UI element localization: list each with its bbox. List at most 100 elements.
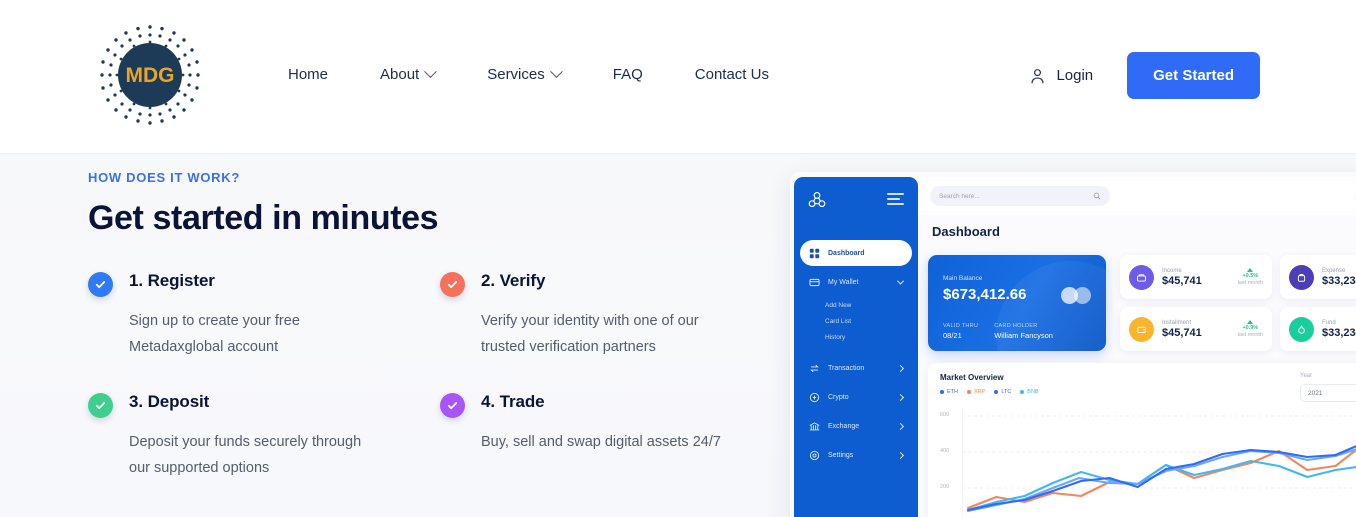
legend-label: XRP [974,389,986,395]
card-footer: VALID THRU 08/21 CARD HOLDER William Fan… [943,323,1053,340]
dashboard-mockup: Dashboard My Wallet Add New Card List Hi… [790,172,1356,517]
nav-label: Services [487,66,545,83]
chevron-right-icon [896,451,905,459]
stat-text: Expense $33,234 [1322,268,1356,287]
step-description: Verify your identity with one of our tru… [481,313,699,355]
transfer-icon [809,363,820,374]
legend-item-eth[interactable]: ETH [940,389,958,395]
step-description: Buy, sell and swap digital assets 24/7 [481,434,721,450]
sidebar-item-settings[interactable]: Settings [800,442,912,468]
stat-label: Expense [1322,267,1346,274]
site-header: MDG Home About Services FAQ Contact Us L… [0,0,1356,153]
trend-up-icon [1247,268,1254,272]
sidebar-item-label: Dashboard [828,249,865,257]
card-holder-value: William Fancyson [994,331,1053,340]
market-overview-chart: Market Overview ETH XRP LTC BNB Year 202… [928,363,1356,517]
stat-value: $45,741 [1162,274,1202,287]
nav-item-about[interactable]: About [380,62,438,87]
chevron-down-icon [549,65,563,79]
legend-item-xrp[interactable]: XRP [967,389,985,395]
check-icon [88,272,113,297]
stat-value: $33,234 [1322,326,1356,339]
balance-label: Main Balance [943,275,983,282]
get-started-button[interactable]: Get Started [1127,52,1260,99]
nav-item-home[interactable]: Home [288,62,328,87]
card-holder-block: CARD HOLDER William Fancyson [994,323,1053,340]
stat-card-fund[interactable]: Fund $33,234 +0.9% last month [1280,307,1356,351]
stat-card-installment[interactable]: Installment $45,741 +0.9% last month [1120,307,1272,351]
legend-swatch [1020,390,1025,394]
section-eyebrow: HOW DOES IT WORK? [88,170,240,185]
check-icon [88,393,113,418]
legend-swatch [994,390,999,394]
legend-label: BNB [1027,389,1039,395]
check-icon [440,272,465,297]
sidebar-item-transaction[interactable]: Transaction [800,355,912,381]
site-logo[interactable]: MDG [96,20,204,130]
grid-icon [809,248,820,259]
chart-plot: 600 400 200 [940,408,1356,517]
hamburger-icon[interactable] [887,192,904,208]
sidebar-subitem-card-list[interactable]: Card List [794,314,918,330]
legend-item-bnb[interactable]: BNB [1020,389,1039,395]
year-value: 2021 [1308,389,1323,397]
stat-percent: +0.5% [1242,273,1259,279]
stat-card-expense[interactable]: Expense $33,234 +0.5% last month [1280,255,1356,299]
mastercard-icon [1061,287,1091,304]
stat-card-income[interactable]: Income $45,741 +0.5% last month [1120,255,1272,299]
check-icon [440,393,465,418]
nav-item-services[interactable]: Services [487,62,563,87]
step-description: Deposit your funds securely through our … [129,434,362,476]
step-item-deposit: 3. Deposit Deposit your funds securely t… [88,391,440,512]
sidebar-item-label: Settings [828,451,854,459]
year-select[interactable]: 2021 [1300,384,1356,402]
legend-swatch [940,390,944,394]
balance-card[interactable]: Main Balance $673,412.66 VALID THRU 08/2… [928,255,1106,351]
search-input[interactable]: Search here... [930,186,1110,206]
sidebar-item-dashboard[interactable]: Dashboard [800,240,912,266]
coin-icon [809,392,820,403]
mdg-radial-dot-logo-icon: MDG [100,25,200,125]
legend-item-ltc[interactable]: LTC [994,389,1011,395]
steps-grid: 1. Register Sign up to create your free … [88,270,748,512]
mockup-page-title: Dashboard [932,224,1000,239]
sidebar-item-label: Crypto [828,393,849,401]
login-button[interactable]: Login [1029,67,1093,85]
gear-icon [809,450,820,461]
sidebar-subitem-add-new[interactable]: Add New [794,298,918,314]
search-placeholder: Search here... [939,192,980,200]
chart-header: Market Overview ETH XRP LTC BNB Year 202… [940,373,1356,402]
stat-percent: +0.9% [1242,325,1259,331]
stat-label: Installment [1162,319,1192,326]
stat-trend: +0.5% last month [1238,268,1263,286]
y-tick-label: 600 [940,412,950,418]
sidebar-item-label: Transaction [828,364,865,372]
search-icon [1093,192,1101,200]
nav-item-faq[interactable]: FAQ [613,62,643,87]
sidebar-item-exchange[interactable]: Exchange [800,413,912,439]
user-icon [1031,68,1044,83]
y-tick-label: 200 [940,484,950,490]
nav-label: FAQ [612,66,643,83]
header-actions: Login Get Started [1029,52,1260,99]
svg-text:MDG: MDG [126,64,175,87]
stat-note: last month [1237,280,1263,286]
y-tick-label: 400 [940,448,950,454]
nav-item-contact-us[interactable]: Contact Us [695,62,769,87]
year-filter-block: Year 2021 [1300,373,1356,402]
sidebar-subitem-history[interactable]: History [794,330,918,346]
page-title: Get started in minutes [88,199,439,237]
sidebar-item-crypto[interactable]: Crypto [800,384,912,410]
mockup-sidebar-header [794,177,918,211]
sidebar-item-label: My Wallet [828,278,859,286]
card-holder-label: CARD HOLDER [994,323,1038,329]
stat-label: Fund [1322,319,1336,326]
mockup-sidebar-nav: Dashboard My Wallet Add New Card List Hi… [794,240,918,468]
sidebar-item-my-wallet[interactable]: My Wallet [800,269,912,295]
step-title: 2. Verify [481,271,546,290]
chart-title-block: Market Overview ETH XRP LTC BNB [940,373,1039,395]
step-title: 3. Deposit [129,392,210,411]
chevron-down-icon [424,65,438,79]
legend-swatch [967,390,971,394]
bank-icon [809,421,820,432]
